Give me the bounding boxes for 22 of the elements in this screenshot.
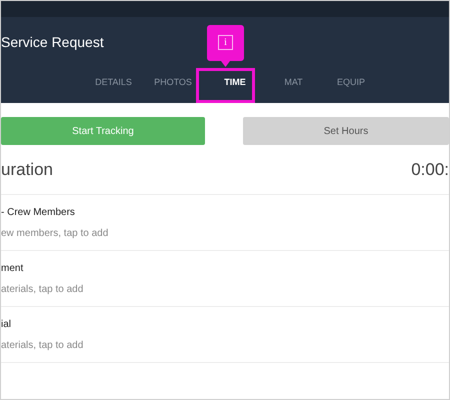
duration-value: 0:00: [411, 158, 449, 181]
tab[interactable]: PHOTOS [142, 76, 204, 90]
duration-label: uration [1, 158, 53, 181]
tab[interactable]: TIME [204, 76, 266, 90]
list-row[interactable]: ment aterials, tap to add [1, 251, 449, 307]
row-title: ment [1, 262, 24, 276]
tab[interactable]: EQUIP [321, 76, 381, 90]
row-title: - Crew Members [1, 206, 76, 220]
start-tracking-button[interactable]: Start Tracking [1, 117, 205, 145]
row-hint: aterials, tap to add [1, 282, 84, 296]
screen-title: Service Request [1, 32, 104, 52]
set-hours-button[interactable]: Set Hours [243, 117, 449, 145]
tab[interactable]: MAT [266, 76, 321, 90]
info-icon: i [218, 35, 233, 50]
row-hint: ew members, tap to add [1, 226, 110, 240]
list-row[interactable]: ial aterials, tap to add [1, 307, 449, 363]
list-row[interactable]: - Crew Members ew members, tap to add [1, 195, 449, 251]
info-callout [207, 25, 244, 67]
tab[interactable]: DETAILS [85, 76, 142, 90]
row-hint: aterials, tap to add [1, 338, 84, 352]
row-title: ial [1, 318, 12, 332]
highlight-frame [196, 68, 255, 103]
